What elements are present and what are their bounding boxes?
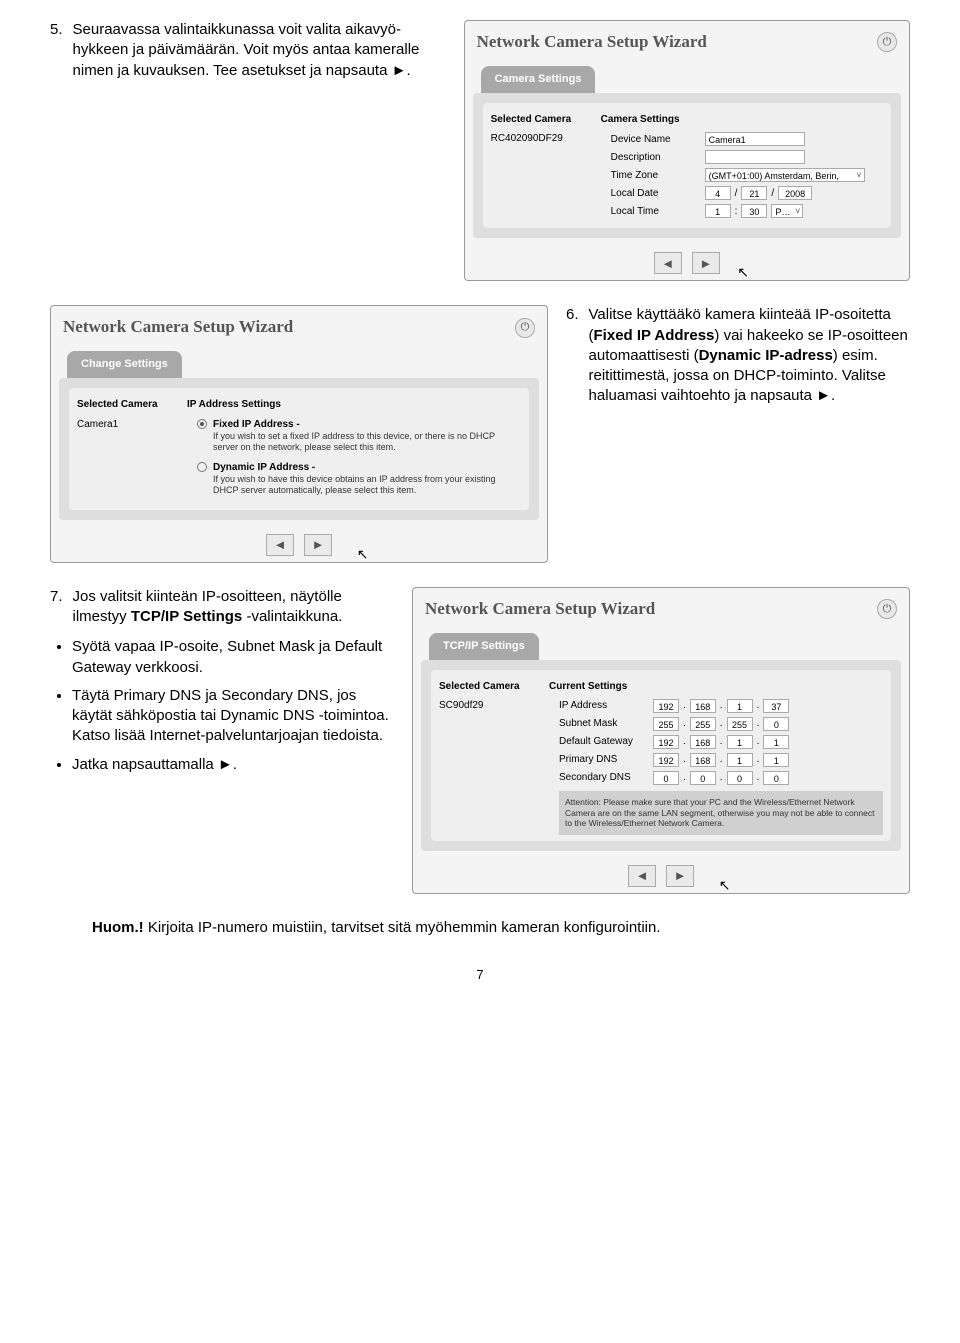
selected-camera-value: SC90df29 <box>439 699 549 835</box>
label-subnet-mask: Subnet Mask <box>559 717 649 731</box>
gateway-input[interactable]: 1 <box>727 735 753 749</box>
label-local-time: Local Time <box>611 205 701 219</box>
wizard-camera-settings: Network Camera Setup Wizard Camera Setti… <box>464 20 910 281</box>
device-name-input[interactable]: Camera1 <box>705 132 805 146</box>
gateway-input[interactable]: 1 <box>763 735 789 749</box>
next-button[interactable]: ► <box>692 252 720 274</box>
pdns-input[interactable]: 1 <box>763 753 789 767</box>
selected-camera-value: Camera1 <box>77 418 187 504</box>
attention-note: Attention: Please make sure that your PC… <box>559 791 883 835</box>
power-icon[interactable] <box>515 318 535 338</box>
step6-number: 6. <box>566 305 579 406</box>
ip-input[interactable]: 1 <box>727 699 753 713</box>
label-local-date: Local Date <box>611 187 701 201</box>
dynamic-ip-description: If you wish to have this device obtains … <box>213 474 521 496</box>
subnet-input[interactable]: 255 <box>727 717 753 731</box>
sdns-input[interactable]: 0 <box>727 771 753 785</box>
sdns-input[interactable]: 0 <box>690 771 716 785</box>
dynamic-ip-radio[interactable] <box>197 462 207 472</box>
subnet-input[interactable]: 0 <box>763 717 789 731</box>
label-default-gateway: Default Gateway <box>559 735 649 749</box>
wizard-change-settings: Network Camera Setup Wizard Change Setti… <box>50 305 548 562</box>
subnet-input[interactable]: 255 <box>690 717 716 731</box>
cursor-icon: ↖ <box>357 545 369 564</box>
wizard3-title: Network Camera Setup Wizard <box>425 598 655 621</box>
prev-button[interactable]: ◄ <box>628 865 656 887</box>
step7-number: 7. <box>50 587 63 628</box>
selected-camera-value: RC402090DF29 <box>491 132 601 222</box>
pdns-input[interactable]: 192 <box>653 753 679 767</box>
ip-input[interactable]: 168 <box>690 699 716 713</box>
time-hour-input[interactable]: 1 <box>705 204 731 218</box>
power-icon[interactable] <box>877 32 897 52</box>
wizard2-title: Network Camera Setup Wizard <box>63 316 293 339</box>
wizard1-title: Network Camera Setup Wizard <box>477 31 707 54</box>
page-number: 7 <box>50 966 910 984</box>
fixed-ip-description: If you wish to set a fixed IP address to… <box>213 431 521 453</box>
subnet-input[interactable]: 255 <box>653 717 679 731</box>
col-camera-settings: Camera Settings <box>601 113 883 127</box>
description-input[interactable] <box>705 150 805 164</box>
date-day-input[interactable]: 4 <box>705 186 731 200</box>
sdns-input[interactable]: 0 <box>653 771 679 785</box>
label-device-name: Device Name <box>611 133 701 147</box>
step7-text: Jos valitsit kiinteän IP‑osoitteen, näyt… <box>73 587 394 628</box>
pdns-input[interactable]: 168 <box>690 753 716 767</box>
wizard1-tab[interactable]: Camera Settings <box>481 66 596 93</box>
time-min-input[interactable]: 30 <box>741 204 767 218</box>
label-time-zone: Time Zone <box>611 169 701 183</box>
col-ip-address-settings: IP Address Settings <box>187 398 521 412</box>
time-ampm-select[interactable]: PM <box>771 204 803 218</box>
step7-bullet: Syötä vapaa IP‑osoite, Subnet Mask ja De… <box>72 637 394 678</box>
col-selected-camera: Selected Camera <box>439 680 549 694</box>
time-zone-select[interactable]: (GMT+01:00) Amsterdam, Berin, <box>705 168 865 182</box>
prev-button[interactable]: ◄ <box>654 252 682 274</box>
gateway-input[interactable]: 168 <box>690 735 716 749</box>
pdns-input[interactable]: 1 <box>727 753 753 767</box>
step7-note: Huom.! Kirjoita IP‑numero muistiin, tarv… <box>92 918 910 938</box>
col-selected-camera: Selected Camera <box>491 113 601 127</box>
label-secondary-dns: Secondary DNS <box>559 771 649 785</box>
step5-number: 5. <box>50 20 63 81</box>
step7-bullet: Täytä Primary DNS ja Secondary DNS, jos … <box>72 686 394 747</box>
label-ip-address: IP Address <box>559 699 649 713</box>
prev-button[interactable]: ◄ <box>266 534 294 556</box>
date-year-input[interactable]: 2008 <box>778 186 812 200</box>
fixed-ip-label: Fixed IP Address - <box>213 418 521 432</box>
ip-input[interactable]: 37 <box>763 699 789 713</box>
wizard-tcpip-settings: Network Camera Setup Wizard TCP/IP Setti… <box>412 587 910 894</box>
power-icon[interactable] <box>877 599 897 619</box>
next-button[interactable]: ► <box>304 534 332 556</box>
col-current-settings: Current Settings <box>549 680 883 694</box>
label-primary-dns: Primary DNS <box>559 753 649 767</box>
step7-bullet: Jatka napsauttamalla ►. <box>72 755 394 775</box>
cursor-icon: ↖ <box>719 876 731 895</box>
step6-text: Valitse käyttääkö kame­ra kiinteää IP‑os… <box>589 305 910 406</box>
next-button[interactable]: ► <box>666 865 694 887</box>
wizard3-tab[interactable]: TCP/IP Settings <box>429 633 539 660</box>
cursor-icon: ↖ <box>737 263 749 282</box>
col-selected-camera: Selected Camera <box>77 398 187 412</box>
step5-text: Seuraavassa valintaikku­nassa voit valit… <box>73 20 446 81</box>
fixed-ip-radio[interactable] <box>197 419 207 429</box>
label-description: Description <box>611 151 701 165</box>
sdns-input[interactable]: 0 <box>763 771 789 785</box>
ip-input[interactable]: 192 <box>653 699 679 713</box>
date-month-input[interactable]: 21 <box>741 186 767 200</box>
dynamic-ip-label: Dynamic IP Address - <box>213 461 521 475</box>
wizard2-tab[interactable]: Change Settings <box>67 351 182 378</box>
gateway-input[interactable]: 192 <box>653 735 679 749</box>
